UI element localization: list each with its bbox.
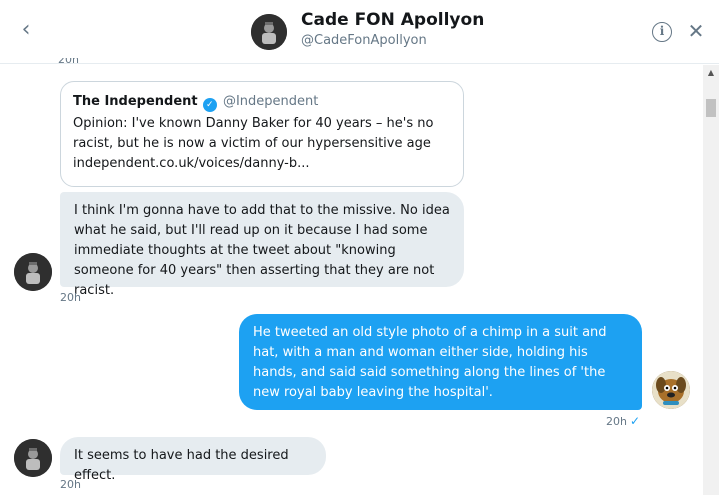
profile-figure-icon <box>14 439 52 477</box>
quoted-tweet-link[interactable]: independent.co.uk/voices/danny-b... <box>73 154 451 174</box>
quoted-tweet-line: racist, but he is now a victim of our hy… <box>73 136 431 151</box>
profile-figure-icon <box>14 253 52 291</box>
conversation-title[interactable]: Cade FON Apollyon <box>301 10 484 30</box>
check-icon: ✓ <box>629 414 641 428</box>
incoming-message[interactable]: It seems to have had the desired effect. <box>60 437 326 483</box>
avatar[interactable] <box>14 253 52 291</box>
conversation-header: ‹ Cade FON Apollyon @CadeFonApollyon i ✕ <box>0 0 719 64</box>
back-arrow-icon[interactable]: ‹ <box>14 18 38 42</box>
profile-figure-icon <box>251 14 287 50</box>
quoted-tweet-line: Opinion: I've known Danny Baker for 40 y… <box>73 116 434 131</box>
cartoon-dog-icon <box>652 371 690 409</box>
quoted-tweet-author: The Independent <box>73 94 198 109</box>
incoming-message[interactable]: I think I'm gonna have to add that to th… <box>60 192 464 298</box>
message-timestamp: 20h <box>58 58 79 66</box>
avatar[interactable] <box>652 371 690 409</box>
avatar[interactable] <box>251 14 287 50</box>
quoted-tweet-text: Opinion: I've known Danny Baker for 40 y… <box>73 114 451 174</box>
scroll-thumb[interactable] <box>706 99 716 117</box>
message-timestamp: 20h <box>60 478 81 491</box>
avatar[interactable] <box>14 439 52 477</box>
message-timestamp: 20h <box>606 415 627 428</box>
scrollbar[interactable]: ▲ <box>703 65 719 495</box>
outgoing-message[interactable]: He tweeted an old style photo of a chimp… <box>239 314 642 410</box>
info-icon[interactable]: i <box>652 22 672 42</box>
quoted-tweet-card[interactable]: The Independent ✓ @Independent Opinion: … <box>60 81 464 187</box>
message-timestamp-row: 20h ✓ <box>606 414 640 428</box>
scroll-up-arrow-icon[interactable]: ▲ <box>703 67 719 79</box>
message-timestamp: 20h <box>60 291 81 304</box>
conversation-handle: @CadeFonApollyon <box>301 33 427 48</box>
close-icon[interactable]: ✕ <box>685 19 707 43</box>
quoted-tweet-handle: @Independent <box>222 94 319 109</box>
quoted-tweet-header: The Independent ✓ @Independent <box>73 94 451 112</box>
verified-badge-icon: ✓ <box>202 98 217 112</box>
